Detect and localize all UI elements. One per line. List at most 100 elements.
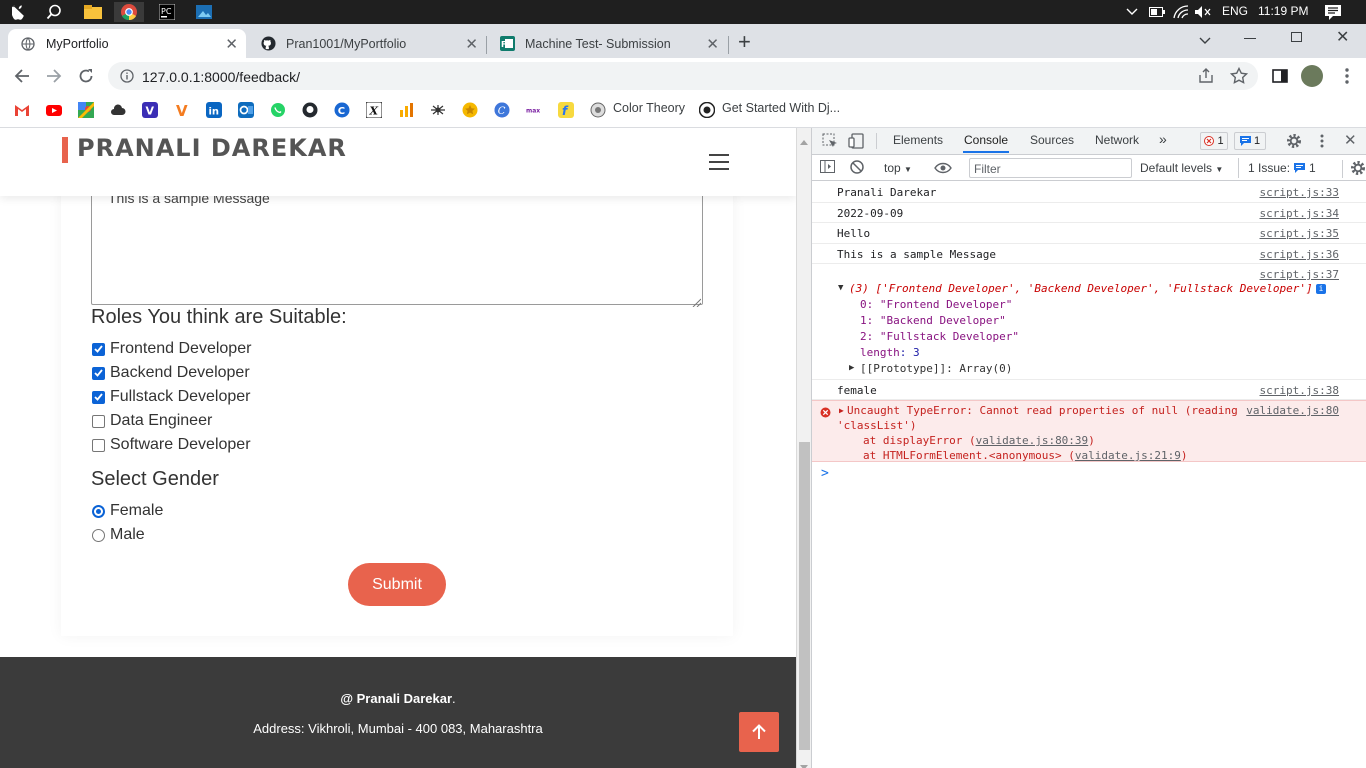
whatsapp-icon[interactable] — [270, 102, 286, 118]
apple-icon[interactable] — [10, 2, 26, 22]
device-toolbar-icon[interactable] — [848, 133, 864, 154]
v-icon[interactable]: V — [142, 102, 158, 118]
collapse-triangle-icon[interactable]: ▶ — [849, 363, 854, 373]
minimize-button[interactable] — [1244, 38, 1256, 39]
wifi-icon[interactable] — [1173, 2, 1189, 22]
more-tabs-icon[interactable]: » — [1159, 131, 1167, 147]
info-badge-icon[interactable]: i — [1316, 284, 1326, 294]
battery-icon[interactable] — [1149, 2, 1165, 22]
stack-frame-link[interactable]: validate.js:21:9 — [1075, 449, 1181, 462]
array-prototype[interactable]: [[Prototype]]: Array(0) — [860, 362, 1012, 375]
new-tab-button[interactable]: + — [738, 29, 751, 55]
tab-sources[interactable]: Sources — [1030, 133, 1074, 147]
scroll-down-arrow-icon[interactable] — [800, 757, 808, 768]
canva-icon[interactable]: C — [494, 102, 510, 118]
tab-search-icon[interactable] — [1199, 32, 1211, 50]
cloud-icon[interactable] — [110, 102, 126, 118]
close-icon[interactable]: ✕ — [706, 35, 719, 53]
back-icon[interactable] — [12, 66, 32, 86]
log-source-link[interactable]: script.js:36 — [1260, 248, 1339, 261]
tab-myportfolio[interactable]: MyPortfolio ✕ — [8, 29, 246, 58]
window-close-button[interactable]: ✕ — [1336, 27, 1349, 47]
tab-elements[interactable]: Elements — [893, 133, 943, 147]
scroll-up-arrow-icon[interactable] — [800, 132, 808, 150]
role-checkbox[interactable] — [92, 390, 105, 404]
youtube-icon[interactable] — [46, 102, 62, 118]
gender-radio[interactable] — [92, 504, 105, 518]
log-levels-dropdown[interactable]: Default levels ▼ — [1140, 161, 1223, 175]
log-source-link[interactable]: script.js:33 — [1260, 186, 1339, 199]
menu-kebab-icon[interactable] — [1337, 66, 1357, 86]
resize-handle-icon[interactable] — [692, 294, 702, 312]
coin-icon[interactable] — [462, 102, 478, 118]
bookmark-star-icon[interactable] — [1229, 66, 1249, 90]
django-icon[interactable] — [698, 101, 716, 119]
console-settings-icon[interactable] — [1350, 160, 1366, 181]
info-icon[interactable] — [120, 69, 134, 88]
role-option-frontend[interactable]: Frontend Developer — [91, 339, 251, 359]
role-checkbox[interactable] — [92, 438, 105, 452]
message-textarea[interactable]: This is a sample Message — [91, 183, 703, 305]
expand-error-icon[interactable]: ▶ — [839, 406, 844, 415]
max-icon[interactable]: max — [526, 102, 542, 118]
close-icon[interactable]: ✕ — [465, 35, 478, 53]
context-select[interactable]: top ▼ — [884, 161, 912, 175]
url-text[interactable]: 127.0.0.1:8000/feedback/ — [142, 69, 300, 85]
role-option-fullstack[interactable]: Fullstack Developer — [91, 387, 251, 407]
role-option-software-developer[interactable]: Software Developer — [91, 435, 251, 455]
reload-icon[interactable] — [76, 66, 96, 86]
share-icon[interactable] — [1198, 68, 1214, 89]
sidebar-toggle-icon[interactable] — [820, 160, 836, 179]
side-panel-icon[interactable] — [1270, 66, 1290, 86]
close-icon[interactable]: ✕ — [225, 35, 238, 53]
v-orange-icon[interactable]: V — [174, 102, 190, 120]
restore-button[interactable] — [1291, 32, 1302, 42]
role-checkbox[interactable] — [92, 414, 105, 428]
inspect-element-icon[interactable] — [822, 133, 838, 154]
color-theory-icon[interactable] — [590, 102, 606, 118]
tab-github[interactable]: Pran1001/MyPortfolio ✕ — [248, 29, 486, 58]
array-summary[interactable]: (3) ['Frontend Developer', 'Backend Deve… — [849, 282, 1313, 295]
scrollbar-thumb[interactable] — [799, 442, 810, 750]
clock[interactable]: 11:19 PM — [1258, 4, 1308, 18]
network-icon[interactable] — [430, 102, 446, 118]
c-icon[interactable]: C — [334, 102, 350, 118]
pycharm-icon[interactable]: PC — [158, 2, 176, 22]
role-checkbox[interactable] — [92, 342, 105, 356]
console-filter-input[interactable]: Filter — [969, 158, 1132, 178]
expand-triangle-icon[interactable]: ▼ — [838, 283, 843, 293]
issues-button[interactable]: 1 Issue: 1 — [1248, 161, 1316, 175]
scroll-to-top-button[interactable] — [739, 712, 779, 752]
message-counter[interactable]: 1 — [1234, 132, 1266, 150]
log-source-link[interactable]: script.js:34 — [1260, 207, 1339, 220]
photos-icon[interactable] — [195, 2, 213, 22]
live-expression-eye-icon[interactable] — [934, 161, 952, 179]
chevron-up-icon[interactable] — [1125, 2, 1139, 22]
log-source-link[interactable]: script.js:38 — [1260, 384, 1339, 397]
search-icon[interactable] — [45, 2, 63, 22]
devtools-menu-icon[interactable] — [1320, 133, 1324, 154]
github-bookmark-icon[interactable] — [302, 102, 318, 118]
tab-console[interactable]: Console — [963, 133, 1010, 153]
role-option-data-engineer[interactable]: Data Engineer — [91, 411, 212, 431]
gmail-icon[interactable] — [14, 102, 30, 118]
hamburger-menu-icon[interactable] — [709, 154, 729, 170]
file-explorer-icon[interactable] — [83, 2, 103, 22]
x-icon[interactable]: X — [365, 101, 383, 119]
analytics-icon[interactable] — [398, 102, 414, 118]
address-bar[interactable]: 127.0.0.1:8000/feedback/ — [108, 62, 1258, 90]
log-source-link[interactable]: script.js:35 — [1260, 227, 1339, 240]
gender-radio[interactable] — [92, 528, 105, 542]
submit-button[interactable]: Submit — [348, 563, 446, 606]
chrome-taskbar-icon[interactable] — [114, 2, 144, 22]
tab-network[interactable]: Network — [1095, 133, 1139, 147]
console-prompt[interactable]: > — [821, 466, 829, 481]
bookmark-django[interactable]: Get Started With Dj... — [722, 101, 840, 115]
flipkart-icon[interactable]: f — [558, 102, 574, 118]
notifications-icon[interactable] — [1325, 2, 1341, 22]
profile-avatar[interactable] — [1301, 65, 1323, 87]
gender-option-female[interactable]: Female — [91, 501, 163, 521]
volume-muted-icon[interactable] — [1195, 2, 1211, 22]
role-option-backend[interactable]: Backend Developer — [91, 363, 250, 383]
linkedin-icon[interactable]: in — [206, 102, 222, 118]
